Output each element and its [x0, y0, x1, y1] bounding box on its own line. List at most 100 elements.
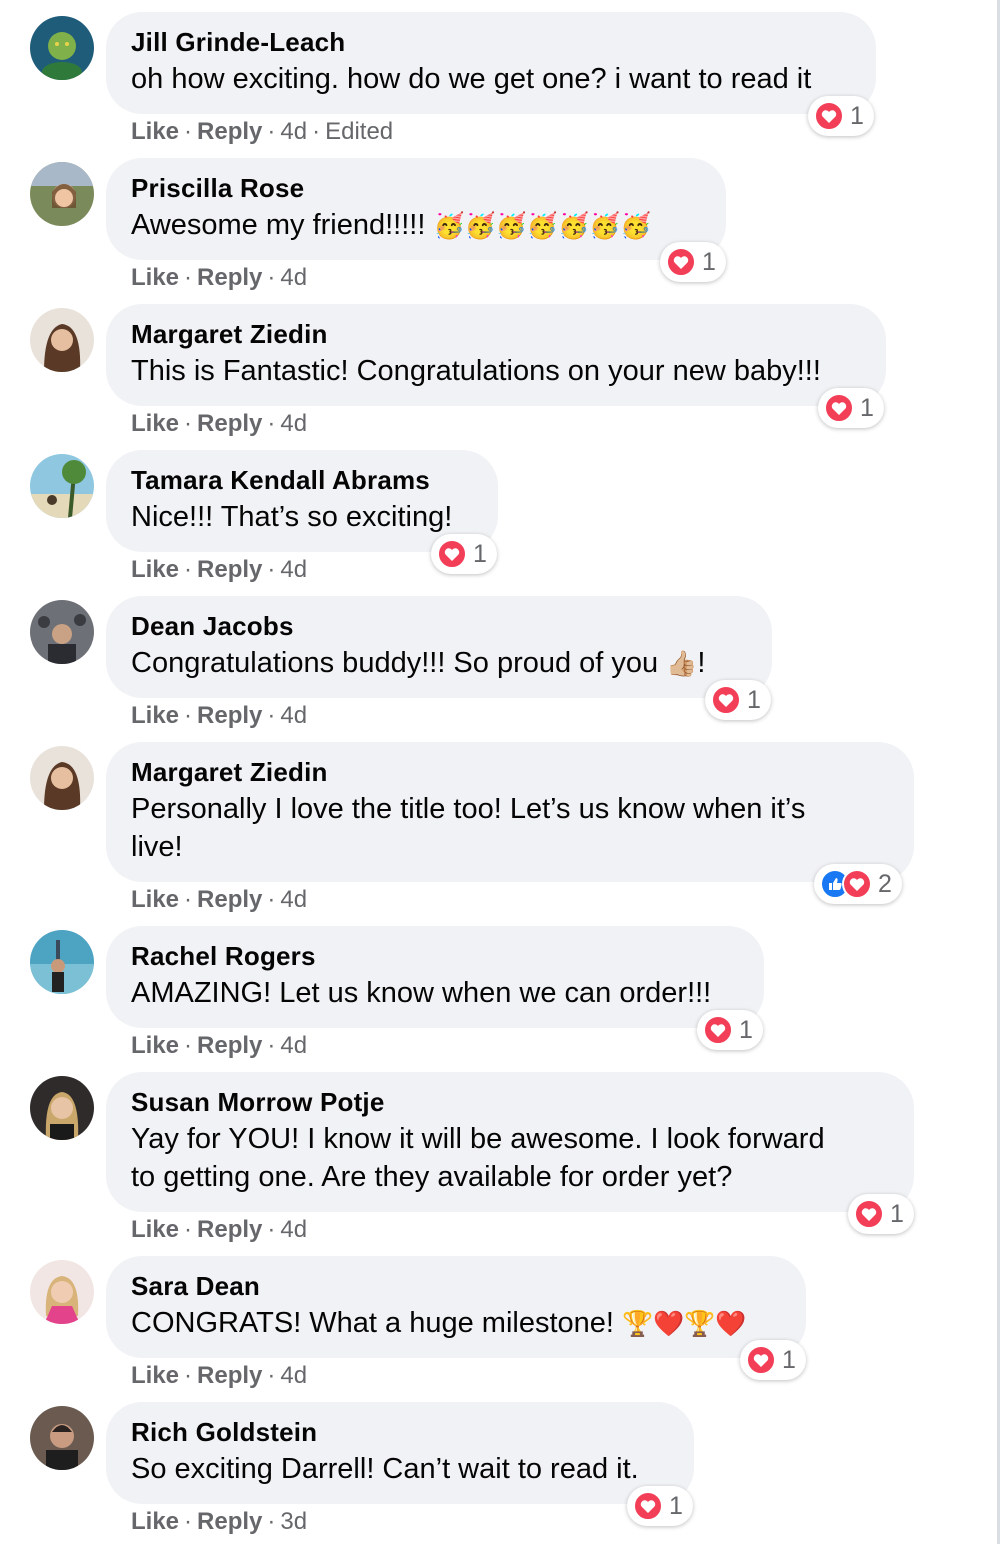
comment-time[interactable]: 4d: [280, 410, 307, 437]
comment-author[interactable]: Susan Morrow Potje: [131, 1085, 890, 1119]
reaction-badge[interactable]: 1: [808, 96, 874, 136]
comment-text-main: CONGRATS! What a huge milestone!: [131, 1307, 623, 1339]
love-reaction-icon: [824, 393, 854, 423]
reaction-badge[interactable]: 1: [848, 1194, 914, 1234]
comment-author[interactable]: Margaret Ziedin: [131, 755, 890, 789]
love-reaction-icon: [666, 247, 696, 277]
like-link[interactable]: Like: [131, 702, 179, 729]
love-reaction-icon: [746, 1345, 776, 1375]
reaction-count: 1: [782, 1345, 796, 1374]
reaction-badge[interactable]: 2: [814, 864, 902, 904]
reaction-count: 1: [747, 685, 761, 714]
like-link[interactable]: Like: [131, 1362, 179, 1389]
comment-text: Congratulations buddy!!! So proud of you…: [131, 644, 748, 683]
reply-link[interactable]: Reply: [197, 118, 262, 145]
thumbs-up-emoji: 👍🏼: [666, 649, 698, 678]
avatar[interactable]: [30, 1260, 94, 1324]
comment-bubble: Dean Jacobs Congratulations buddy!!! So …: [106, 596, 772, 698]
reaction-badge[interactable]: 1: [431, 534, 497, 574]
avatar[interactable]: [30, 1076, 94, 1140]
like-link[interactable]: Like: [131, 410, 179, 437]
reply-link[interactable]: Reply: [197, 886, 262, 913]
edited-label[interactable]: Edited: [325, 118, 393, 145]
comment-time[interactable]: 4d: [280, 118, 307, 145]
comment-author[interactable]: Tamara Kendall Abrams: [131, 463, 474, 497]
like-link[interactable]: Like: [131, 264, 179, 291]
love-reaction-icon: [633, 1491, 663, 1521]
reaction-count: 1: [890, 1199, 904, 1228]
comment-actions: Like · Reply · 3d: [131, 1508, 308, 1535]
comment-time[interactable]: 4d: [280, 702, 307, 729]
comment-actions: Like · Reply · 4d: [131, 264, 308, 291]
reply-link[interactable]: Reply: [197, 702, 262, 729]
reaction-badge[interactable]: 1: [627, 1486, 693, 1526]
reaction-count: 2: [878, 869, 892, 898]
comment-bubble: Susan Morrow Potje Yay for YOU! I know i…: [106, 1072, 914, 1212]
comment-time[interactable]: 4d: [280, 556, 307, 583]
reaction-count: 1: [739, 1015, 753, 1044]
comment-actions: Like · Reply · 4d: [131, 410, 308, 437]
comment-text: So exciting Darrell! Can’t wait to read …: [131, 1453, 639, 1485]
avatar[interactable]: [30, 1406, 94, 1470]
comment-bubble: Jill Grinde-Leach oh how exciting. how d…: [106, 12, 876, 114]
like-link[interactable]: Like: [131, 1508, 179, 1535]
comment-time[interactable]: 4d: [280, 886, 307, 913]
comment-time[interactable]: 4d: [280, 1032, 307, 1059]
like-link[interactable]: Like: [131, 1216, 179, 1243]
avatar[interactable]: [30, 16, 94, 80]
comment-actions: Like · Reply · 4d · Edited: [131, 118, 394, 145]
reaction-badge[interactable]: 1: [705, 680, 771, 720]
reaction-count: 1: [850, 101, 864, 130]
comment-time[interactable]: 4d: [280, 1216, 307, 1243]
comment-author[interactable]: Jill Grinde-Leach: [131, 25, 852, 59]
avatar[interactable]: [30, 746, 94, 810]
reaction-count: 1: [669, 1491, 683, 1520]
comment-bubble: Margaret Ziedin This is Fantastic! Congr…: [106, 304, 886, 406]
avatar[interactable]: [30, 600, 94, 664]
like-link[interactable]: Like: [131, 556, 179, 583]
like-link[interactable]: Like: [131, 1032, 179, 1059]
reply-link[interactable]: Reply: [197, 1216, 262, 1243]
reaction-badge[interactable]: 1: [818, 388, 884, 428]
comment-actions: Like · Reply · 4d: [131, 702, 308, 729]
comment-bubble: Sara Dean CONGRATS! What a huge mileston…: [106, 1256, 806, 1358]
comment-author[interactable]: Rachel Rogers: [131, 939, 740, 973]
like-link[interactable]: Like: [131, 118, 179, 145]
reply-link[interactable]: Reply: [197, 556, 262, 583]
comment-time[interactable]: 4d: [280, 264, 307, 291]
reaction-badge[interactable]: 1: [740, 1340, 806, 1380]
reply-link[interactable]: Reply: [197, 1362, 262, 1389]
comment-author[interactable]: Priscilla Rose: [131, 171, 702, 205]
reply-link[interactable]: Reply: [197, 1508, 262, 1535]
comment-bubble: Rachel Rogers AMAZING! Let us know when …: [106, 926, 764, 1028]
reply-link[interactable]: Reply: [197, 264, 262, 291]
avatar[interactable]: [30, 308, 94, 372]
comment-author[interactable]: Dean Jacobs: [131, 609, 748, 643]
comment-text: Yay for YOU! I know it will be awesome. …: [131, 1123, 825, 1193]
avatar[interactable]: [30, 454, 94, 518]
love-reaction-icon: [703, 1015, 733, 1045]
comment-bubble: Priscilla Rose Awesome my friend!!!!! 🥳🥳…: [106, 158, 726, 260]
comment-text-main: Congratulations buddy!!! So proud of you: [131, 647, 667, 679]
comment-text: Awesome my friend!!!!! 🥳🥳🥳🥳🥳🥳🥳: [131, 206, 702, 245]
reaction-badge[interactable]: 1: [660, 242, 726, 282]
comment-author[interactable]: Sara Dean: [131, 1269, 782, 1303]
love-reaction-icon: [711, 685, 741, 715]
comment-time[interactable]: 3d: [280, 1508, 307, 1535]
party-face-emoji: 🥳🥳🥳🥳🥳🥳🥳: [433, 211, 652, 240]
comment-text-end: !: [697, 647, 706, 679]
comment-actions: Like · Reply · 4d: [131, 556, 308, 583]
comment-time[interactable]: 4d: [280, 1362, 307, 1389]
avatar[interactable]: [30, 930, 94, 994]
reply-link[interactable]: Reply: [197, 1032, 262, 1059]
avatar[interactable]: [30, 162, 94, 226]
comment-author[interactable]: Margaret Ziedin: [131, 317, 862, 351]
trophy-heart-emoji: 🏆❤️🏆❤️: [622, 1309, 747, 1338]
reaction-count: 1: [860, 393, 874, 422]
reaction-badge[interactable]: 1: [697, 1010, 763, 1050]
like-link[interactable]: Like: [131, 886, 179, 913]
reply-link[interactable]: Reply: [197, 410, 262, 437]
comment-author[interactable]: Rich Goldstein: [131, 1415, 670, 1449]
comment-bubble: Margaret Ziedin Personally I love the ti…: [106, 742, 914, 882]
comment-text: oh how exciting. how do we get one? i wa…: [131, 63, 812, 95]
